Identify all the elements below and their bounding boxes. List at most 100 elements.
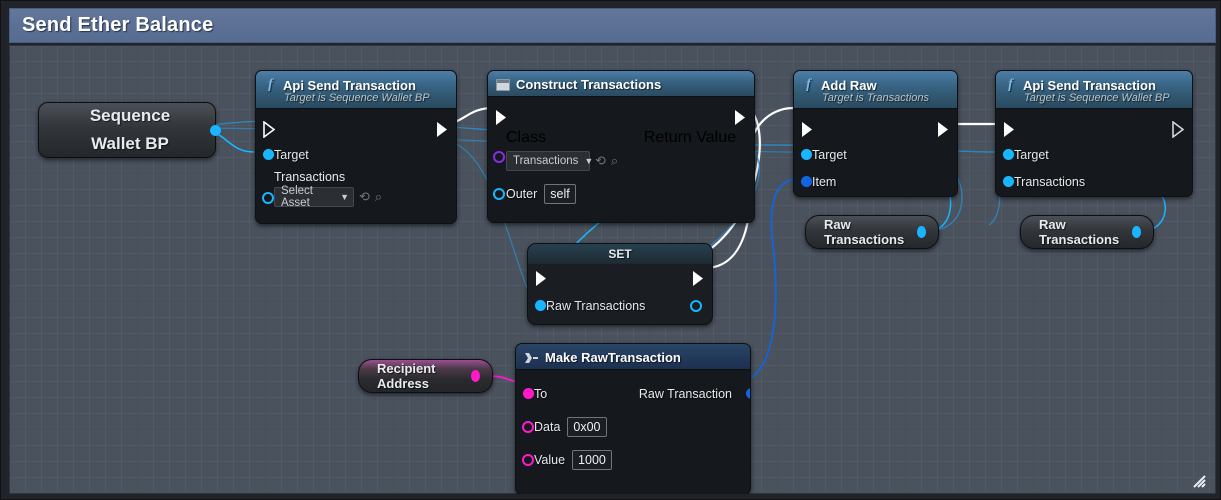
output-pin-object[interactable] <box>916 226 926 238</box>
pin-row-transactions: Transactions Select Asset ▼ ⟲ ⌕ <box>256 170 456 209</box>
exec-in-pin[interactable] <box>1003 121 1016 138</box>
outer-value-field[interactable]: self <box>544 183 576 204</box>
pin-row-target: Target <box>996 141 1192 168</box>
class-picker-dropdown[interactable]: Transactions ▼ <box>506 151 593 171</box>
node-raw-transactions-get-1[interactable]: Raw Transactions <box>805 215 939 249</box>
exec-out-pin[interactable] <box>436 121 449 138</box>
asset-picker-dropdown[interactable]: Select Asset ▼ <box>274 185 354 209</box>
node-raw-transactions-get-2[interactable]: Raw Transactions <box>1020 215 1154 249</box>
input-pin-item[interactable] <box>801 176 812 187</box>
pin-label-target: Target <box>1014 147 1049 162</box>
input-pin-transactions-array[interactable] <box>262 192 274 204</box>
pin-label-transactions: Transactions <box>1014 174 1086 189</box>
sequence-wallet-label-1: Sequence <box>89 106 171 125</box>
output-pin-object[interactable] <box>1131 226 1141 238</box>
node-title: Construct Transactions <box>516 77 662 92</box>
input-pin-class[interactable] <box>493 151 505 163</box>
pin-label-raw-transactions: Raw Transactions <box>546 298 646 313</box>
pin-label-return-value: Return Value <box>643 129 736 146</box>
pin-row-to: To Raw Transaction <box>516 380 750 407</box>
exec-out-pin[interactable] <box>1172 121 1185 138</box>
input-pin-target[interactable] <box>263 149 274 160</box>
node-header: f Api Send Transaction Target is Sequenc… <box>996 71 1192 109</box>
node-title: Make RawTransaction <box>545 350 681 365</box>
value-value-field[interactable]: 1000 <box>572 449 612 470</box>
exec-out-pin[interactable] <box>692 270 705 287</box>
asset-picker-value: Select Asset <box>281 185 313 209</box>
exec-in-pin[interactable] <box>263 121 276 138</box>
node-header: f Api Send Transaction Target is Sequenc… <box>256 71 456 109</box>
node-subtitle: Target is Sequence Wallet BP <box>284 92 430 104</box>
node-title: Api Send Transaction <box>1023 77 1156 93</box>
pin-row-target: Target <box>256 141 456 168</box>
node-body: To Raw Transaction Data 0x00 Value 1000 <box>516 370 750 494</box>
node-title: SET <box>608 247 632 261</box>
input-pin-to[interactable] <box>523 388 534 399</box>
input-pin-raw-transactions[interactable] <box>535 300 546 311</box>
chevron-down-icon: ▼ <box>340 192 349 202</box>
pin-row-raw-transactions: Raw Transactions <box>528 292 712 319</box>
search-icon[interactable]: ⌕ <box>611 153 618 169</box>
node-sequence-wallet-bp[interactable]: Sequence Wallet BP <box>38 102 221 158</box>
node-subtitle: Target is Transactions <box>822 92 929 104</box>
input-pin-data[interactable] <box>522 420 534 433</box>
browse-icon[interactable]: ⟲ <box>359 189 370 205</box>
blueprint-graph-canvas[interactable]: Sequence Wallet BP f Api Send Transactio… <box>9 45 1216 494</box>
exec-out-pin[interactable] <box>734 109 747 126</box>
pin-row-target: Target <box>794 141 957 168</box>
pin-row-outer: Outer self <box>488 180 754 207</box>
input-pin-value[interactable] <box>522 453 534 466</box>
input-pin-transactions[interactable] <box>1003 176 1014 187</box>
pin-label-target: Target <box>274 147 309 162</box>
output-pin-raw-transaction[interactable] <box>746 388 750 399</box>
data-value-field[interactable]: 0x00 <box>567 416 607 437</box>
node-set-raw-transactions[interactable]: SET Raw Transactions <box>527 243 713 325</box>
pin-row-class: Class Return Value Transactions ▼ ⟲ ⌕ <box>488 129 754 171</box>
input-pin-target[interactable] <box>801 149 812 160</box>
pin-label-to: To <box>534 386 548 401</box>
node-construct-transactions[interactable]: Construct Transactions Class Return Valu… <box>487 70 755 223</box>
browse-icon[interactable]: ⟲ <box>595 153 606 169</box>
output-pin-raw-transactions[interactable] <box>690 299 702 312</box>
node-header: f Add Raw Target is Transactions <box>794 71 957 109</box>
page-title: Send Ether Balance <box>22 14 214 36</box>
node-title: Add Raw <box>821 77 877 93</box>
pin-label-outer: Outer <box>506 186 538 201</box>
pin-label-data: Data <box>534 419 561 434</box>
exec-out-pin[interactable] <box>937 121 950 138</box>
node-api-send-transaction-1[interactable]: f Api Send Transaction Target is Sequenc… <box>255 70 457 224</box>
search-icon[interactable]: ⌕ <box>375 189 382 205</box>
resize-grip-icon[interactable] <box>1190 472 1206 488</box>
function-icon: f <box>806 77 811 92</box>
pin-label-value: Value <box>534 452 566 467</box>
node-recipient-address[interactable]: Recipient Address <box>358 359 493 393</box>
node-body: Target Item <box>794 109 957 196</box>
node-body: Raw Transactions <box>528 264 712 324</box>
output-pin-object[interactable] <box>210 125 221 136</box>
pin-row-data: Data 0x00 <box>516 413 750 440</box>
node-make-rawtransaction[interactable]: Make RawTransaction To Raw Transaction D… <box>515 343 751 494</box>
pin-label-transactions: Transactions <box>274 170 346 184</box>
exec-in-pin[interactable] <box>801 121 814 138</box>
node-title: Api Send Transaction <box>283 77 416 93</box>
output-pin-string[interactable] <box>470 370 480 382</box>
node-body: Target Transactions <box>996 109 1192 196</box>
function-icon: f <box>1008 77 1013 92</box>
node-api-send-transaction-2[interactable]: f Api Send Transaction Target is Sequenc… <box>995 70 1193 197</box>
exec-in-pin[interactable] <box>495 109 508 126</box>
input-pin-target[interactable] <box>1003 149 1014 160</box>
pin-label-raw-transaction: Raw Transaction <box>638 386 732 401</box>
sequence-wallet-label-2: Wallet BP <box>91 134 169 153</box>
function-icon: f <box>268 77 273 92</box>
exec-in-pin[interactable] <box>535 270 548 287</box>
input-pin-outer[interactable] <box>493 187 505 200</box>
node-header: Construct Transactions <box>488 71 754 97</box>
blueprint-window: Send Ether Balance Sequence Wallet BP f … <box>0 0 1221 500</box>
variable-label: Recipient Address <box>377 361 436 391</box>
pin-label-item: Item <box>812 174 837 189</box>
node-header: Make RawTransaction <box>516 344 750 370</box>
pin-row-transactions: Transactions <box>996 168 1192 195</box>
pin-label-class: Class <box>506 129 547 146</box>
node-add-raw[interactable]: f Add Raw Target is Transactions Target <box>793 70 958 197</box>
class-picker-value: Transactions <box>513 155 579 167</box>
